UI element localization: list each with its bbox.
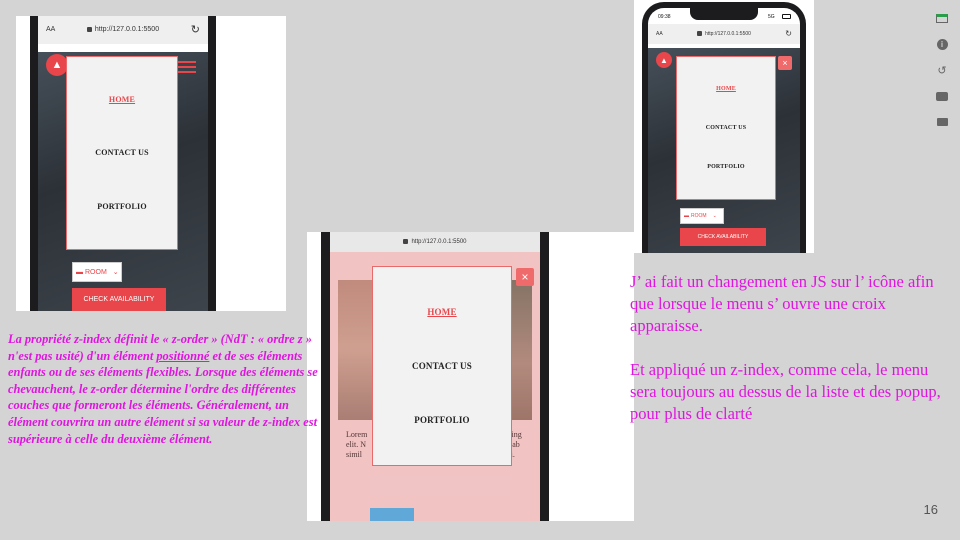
url-bar[interactable]: AA http://127.0.0.1:5500 ↻ (648, 24, 800, 44)
chevron-down-icon: ⌄ (712, 213, 717, 219)
check-availability-button[interactable]: CHECK AVAILABILITY (680, 228, 766, 246)
menu-item-portfolio[interactable]: PORTFOLIO (97, 202, 147, 211)
check-availability-button[interactable]: CHECK AVAILABILITY (72, 288, 166, 311)
pine-logo-icon[interactable]: ▲ (46, 54, 68, 76)
slide-number: 16 (923, 502, 938, 517)
phone-bezel-left (30, 16, 38, 311)
menu-item-home[interactable]: HOME (716, 86, 736, 92)
url-bar[interactable]: http://127.0.0.1:5500 (330, 232, 540, 252)
menu-item-home[interactable]: HOME (427, 307, 456, 317)
menu-item-contact[interactable]: CONTACT US (412, 361, 472, 371)
device-toolbar: i ↺ (932, 8, 958, 138)
phone-bezel-right (208, 16, 216, 311)
url-bar[interactable]: AA http://127.0.0.1:5500 ↻ (38, 16, 208, 44)
url-text: http://127.0.0.1:5500 (38, 16, 208, 44)
z-index-definition-text: La propriété z-index définit le « z-orde… (8, 332, 318, 446)
explanation-paragraph-2: Et appliqué un z-index, comme cela, le m… (630, 360, 941, 423)
bed-icon: ▬ (684, 213, 689, 219)
lock-icon (86, 26, 92, 32)
url-text: http://127.0.0.1:5500 (648, 24, 800, 44)
signal-text: 5G (768, 14, 775, 20)
chevron-down-icon: ⌄ (112, 269, 119, 276)
nav-menu-panel: HOME CONTACT US PORTFOLIO (372, 266, 512, 466)
underlined-term: positionné (156, 348, 210, 363)
menu-item-portfolio[interactable]: PORTFOLIO (707, 164, 745, 170)
phone-screen: AA http://127.0.0.1:5500 ↻ ▲ ▬ ROOM ⌄ CHEC… (38, 16, 208, 311)
phone-bezel-right (540, 232, 549, 521)
lock-icon (403, 238, 409, 244)
new-device-icon[interactable] (932, 8, 952, 28)
room-select[interactable]: ▬ ROOM ⌄ (680, 208, 724, 224)
bed-icon: ▬ (76, 268, 83, 276)
explanation-paragraph-1: J’ ai fait un changement en JS sur l’ ic… (630, 272, 934, 335)
close-menu-icon[interactable]: × (778, 56, 792, 70)
menu-item-contact[interactable]: CONTACT US (95, 148, 149, 157)
hamburger-menu-icon[interactable] (178, 58, 196, 76)
notch (690, 8, 758, 20)
video-icon[interactable] (932, 112, 952, 132)
status-time: 09:38 (658, 14, 671, 20)
close-menu-icon[interactable]: × (516, 268, 534, 286)
rotate-icon[interactable]: ↺ (932, 60, 952, 80)
screenshot-left: AA http://127.0.0.1:5500 ↻ ▲ ▬ ROOM ⌄ CHEC… (16, 16, 286, 311)
menu-item-contact[interactable]: CONTACT US (706, 125, 747, 131)
phone-screen: 09:38 5G AA http://127.0.0.1:5500 ↻ ▲ ▬ R… (648, 8, 800, 253)
list-thumbnail (370, 508, 414, 521)
explanation-text: J’ ai fait un changement en JS sur l’ ic… (630, 271, 950, 447)
screenshot-center: http://127.0.0.1:5500 Lorem elit. N simi… (307, 232, 634, 521)
room-select[interactable]: ▬ ROOM ⌄ (72, 262, 122, 282)
phone-screen: http://127.0.0.1:5500 Lorem elit. N simi… (330, 232, 540, 521)
pine-logo-icon[interactable]: ▲ (656, 52, 672, 68)
lock-icon (697, 31, 703, 37)
menu-item-home[interactable]: HOME (109, 95, 135, 104)
reload-icon[interactable]: ↻ (191, 16, 200, 44)
camera-icon[interactable] (932, 86, 952, 106)
reload-icon[interactable]: ↻ (785, 24, 792, 44)
screenshot-right: 09:38 5G AA http://127.0.0.1:5500 ↻ ▲ ▬ R… (634, 0, 814, 253)
nav-menu-panel: HOME CONTACT US PORTFOLIO (676, 56, 776, 200)
info-icon[interactable]: i (932, 34, 952, 54)
url-text: http://127.0.0.1:5500 (330, 232, 540, 252)
search-input (370, 475, 510, 495)
menu-item-portfolio[interactable]: PORTFOLIO (414, 415, 470, 425)
nav-menu-panel: HOME CONTACT US PORTFOLIO (66, 56, 178, 250)
battery-icon (782, 14, 791, 19)
status-bar: 09:38 5G (648, 8, 800, 24)
